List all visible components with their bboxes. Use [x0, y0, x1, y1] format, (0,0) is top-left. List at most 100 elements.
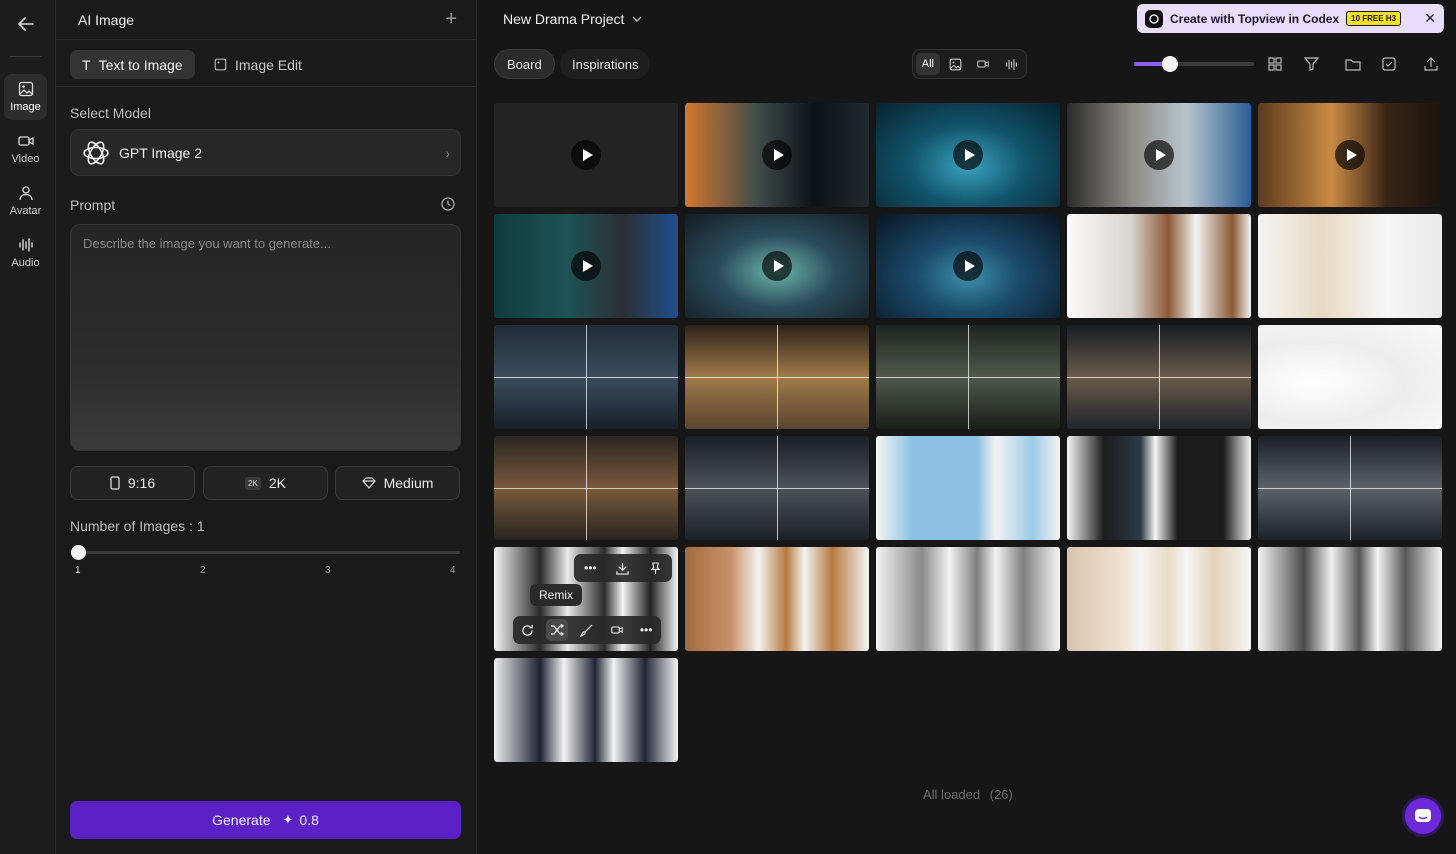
grid-view-icon[interactable] [1266, 55, 1284, 73]
upload-icon[interactable] [1422, 55, 1440, 73]
number-of-images-slider[interactable] [78, 551, 460, 554]
play-icon[interactable] [953, 140, 983, 170]
slider-knob[interactable] [71, 545, 86, 560]
grid-item-image[interactable] [876, 325, 1060, 429]
grid-item-image[interactable] [1258, 436, 1442, 540]
grid-item-image[interactable] [876, 547, 1060, 651]
model-name: GPT Image 2 [119, 144, 203, 161]
add-icon[interactable]: + [445, 9, 457, 29]
grid-item-video[interactable] [876, 214, 1060, 318]
grid-item-video[interactable] [494, 103, 678, 207]
ai-image-panel: AI Image + T Text to Image Image Edit Se… [56, 0, 477, 854]
item-action-bar-bottom: ••• [513, 616, 661, 644]
rail-item-audio[interactable]: Audio [4, 230, 47, 276]
project-selector[interactable]: New Drama Project [503, 11, 642, 27]
video-icon [17, 136, 34, 146]
play-icon[interactable] [571, 140, 601, 170]
tab-label: Image Edit [235, 56, 302, 73]
pin-icon[interactable] [645, 557, 667, 579]
resolution-chip-icon: 2K [245, 476, 261, 490]
grid-item-video[interactable] [876, 103, 1060, 207]
more-options-icon[interactable]: ••• [635, 619, 657, 641]
filter-audio-button[interactable] [999, 53, 1023, 75]
rail-item-avatar[interactable]: Avatar [4, 178, 47, 224]
grid-item-image[interactable] [1258, 214, 1442, 318]
grid-item-image[interactable] [1067, 436, 1251, 540]
slider-tick: 1 [75, 565, 81, 576]
grid-item-video[interactable] [1067, 103, 1251, 207]
remix-tooltip: Remix [530, 584, 583, 606]
grid-item-image[interactable] [685, 547, 869, 651]
grid-item-image[interactable] [1067, 214, 1251, 318]
play-icon[interactable] [762, 251, 792, 281]
zoom-slider[interactable] [1134, 62, 1254, 66]
promo-banner[interactable]: Create with Topview in Codex 10 FREE H3 … [1137, 4, 1444, 33]
grid-item-image[interactable] [494, 325, 678, 429]
text-icon: T [82, 56, 91, 73]
grid-item-video[interactable] [685, 103, 869, 207]
resolution-button[interactable]: 2K 2K [203, 466, 328, 500]
model-selector[interactable]: GPT Image 2 › [70, 129, 461, 176]
zoom-knob[interactable] [1162, 56, 1178, 72]
grid-item-image[interactable] [1067, 325, 1251, 429]
play-icon[interactable] [571, 251, 601, 281]
generate-button[interactable]: Generate ✦ 0.8 [70, 801, 461, 839]
promo-text: Create with Topview in Codex [1170, 11, 1340, 26]
download-icon[interactable] [612, 557, 634, 579]
brush-edit-icon[interactable] [576, 619, 598, 641]
play-icon[interactable] [762, 140, 792, 170]
tab-inspirations[interactable]: Inspirations [560, 49, 651, 79]
phone-ratio-icon [110, 476, 120, 490]
item-action-bar-top: ••• [574, 554, 672, 582]
filter-all-button[interactable]: All [916, 53, 940, 75]
rail-item-image[interactable]: Image [4, 74, 47, 120]
resolution-value: 2K [268, 475, 286, 491]
tab-label: Board [507, 56, 542, 72]
play-icon[interactable] [953, 251, 983, 281]
history-icon[interactable] [440, 196, 456, 212]
grid-item-image[interactable] [494, 658, 678, 762]
tab-text-to-image[interactable]: T Text to Image [70, 50, 195, 79]
rail-item-label: Image [10, 101, 41, 113]
support-chat-button[interactable] [1402, 795, 1444, 837]
quality-button[interactable]: Medium [335, 466, 460, 500]
folder-icon[interactable] [1344, 55, 1362, 73]
codex-logo-icon [1145, 9, 1163, 28]
grid-item-video[interactable] [1258, 103, 1442, 207]
filter-image-button[interactable] [944, 53, 968, 75]
prompt-input[interactable]: Describe the image you want to generate.… [70, 224, 461, 451]
grid-item-video[interactable] [685, 214, 869, 318]
grid-item-video[interactable] [494, 214, 678, 318]
rail-item-video[interactable]: Video [4, 126, 47, 172]
remix-shuffle-icon[interactable] [546, 619, 569, 641]
tab-board[interactable]: Board [494, 49, 555, 79]
grid-item-image[interactable] [876, 436, 1060, 540]
diamond-icon [361, 477, 376, 489]
play-icon[interactable] [1144, 140, 1174, 170]
grid-item-image[interactable] [685, 436, 869, 540]
grid-item-image[interactable] [1258, 547, 1442, 651]
tab-label: Inspirations [572, 56, 639, 72]
load-status: All loaded (26) [923, 787, 1013, 802]
play-icon[interactable] [1335, 140, 1365, 170]
project-name: New Drama Project [503, 11, 625, 27]
grid-item-image[interactable] [1067, 547, 1251, 651]
image-icon [18, 81, 33, 97]
aspect-ratio-button[interactable]: 9:16 [70, 466, 195, 500]
grid-item-image[interactable] [1258, 325, 1442, 429]
grid-item-image[interactable] [494, 436, 678, 540]
filter-all-label: All [921, 58, 934, 70]
tab-image-edit[interactable]: Image Edit [202, 50, 314, 79]
filter-icon[interactable] [1302, 55, 1320, 73]
grid-item-image[interactable] [685, 325, 869, 429]
tab-label: Text to Image [98, 56, 183, 73]
slider-tick: 4 [450, 565, 456, 576]
close-icon[interactable]: ✕ [1424, 10, 1436, 27]
select-checkbox-icon[interactable] [1380, 55, 1398, 73]
promo-badge: 10 FREE H3 [1346, 11, 1402, 26]
back-arrow-icon[interactable] [14, 12, 38, 36]
more-options-icon[interactable]: ••• [579, 557, 601, 579]
regenerate-icon[interactable] [517, 619, 539, 641]
to-video-icon[interactable] [606, 619, 628, 641]
filter-video-button[interactable] [972, 53, 996, 75]
